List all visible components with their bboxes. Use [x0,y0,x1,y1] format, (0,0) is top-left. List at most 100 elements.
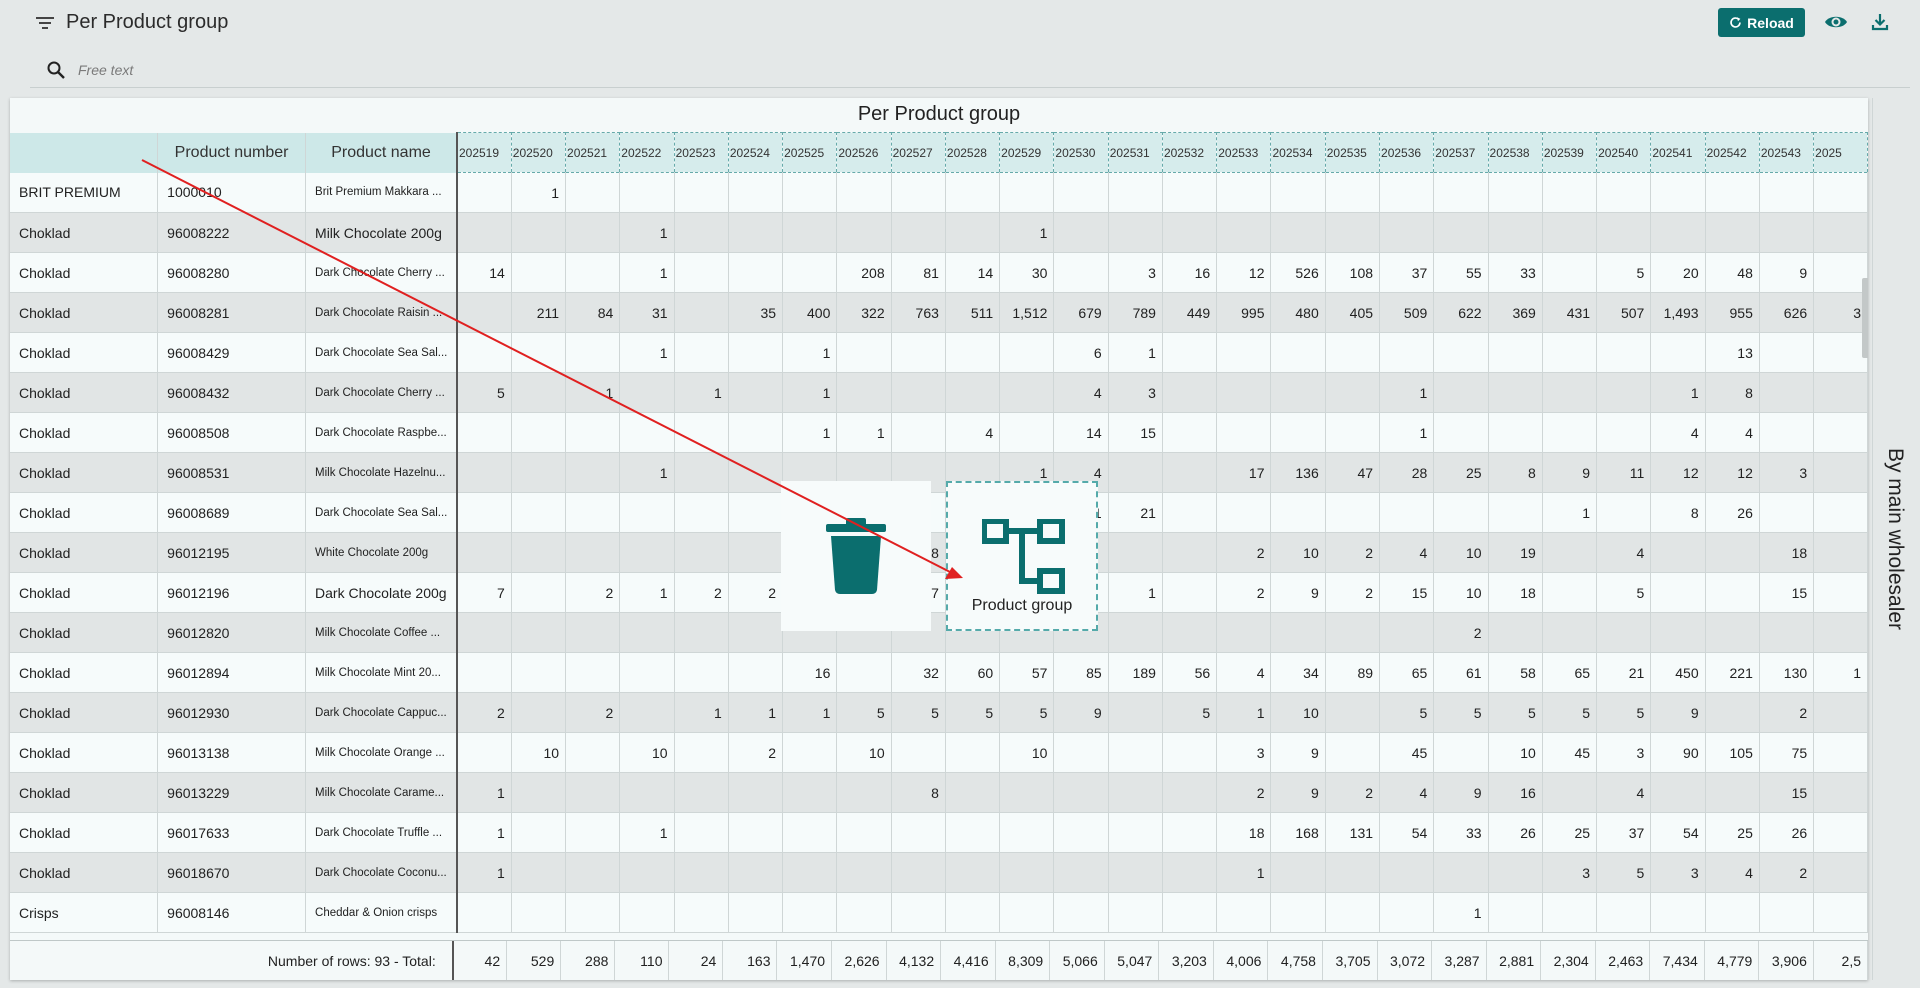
product-name-cell: Dark Chocolate Truffle ... [305,812,458,853]
period-header[interactable]: 202536 [1379,132,1435,173]
vertical-scrollbar[interactable] [1862,278,1868,358]
period-header[interactable]: 202522 [619,132,675,173]
search-input[interactable] [78,58,678,82]
table-row[interactable]: Choklad 96012195 White Chocolate 200g 8 2 10 2… [10,532,1868,573]
period-header[interactable]: 202540 [1596,132,1652,173]
period-header[interactable]: 202527 [890,132,946,173]
table-row[interactable]: Choklad 96008429 Dark Chocolate Sea Sal...… [10,332,1868,373]
value-cell [1650,212,1706,253]
period-header[interactable]: 2025 [1813,132,1868,173]
table-row[interactable]: Choklad 96008280 Dark Chocolate Cherry ...… [10,252,1868,293]
value-cell: 8 [1705,372,1760,413]
period-header[interactable]: 202542 [1704,132,1760,173]
period-header[interactable]: 202543 [1758,132,1815,173]
value-cell [836,812,892,853]
reload-button[interactable]: Reload [1718,8,1805,37]
value-cell [728,852,784,893]
value-cell [1813,572,1868,613]
period-header[interactable]: 202521 [565,132,621,173]
value-cell [1108,772,1163,813]
value-cell: 5 [1488,692,1543,733]
period-header[interactable]: 202539 [1541,132,1598,173]
product-number-cell: 96008432 [157,372,307,413]
value-cell: 6 [1053,332,1109,373]
table-row[interactable]: Choklad 96013138 Milk Chocolate Orange ...… [10,732,1868,773]
value-cell [1759,212,1815,253]
value-cell [674,532,729,573]
table-row[interactable]: Choklad 96012196 Dark Chocolate 200g 7 2 1 2 2 7… [10,572,1868,613]
eye-icon[interactable] [1824,12,1848,32]
value-cell [1162,772,1218,813]
period-header[interactable]: 202535 [1324,132,1381,173]
value-cell [1216,492,1272,533]
period-header[interactable]: 202533 [1216,132,1272,173]
value-cell: 18 [1216,812,1272,853]
period-header[interactable]: 202520 [510,132,567,173]
table-row[interactable]: Choklad 96008281 Dark Chocolate Raisin ...… [10,292,1868,333]
table-row[interactable]: Choklad 96012820 Milk Chocolate Coffee ...… [10,612,1868,653]
period-header[interactable]: 202532 [1161,132,1218,173]
period-header[interactable]: 202537 [1433,132,1489,173]
period-header[interactable]: 202529 [999,132,1055,173]
value-cell [565,172,621,213]
table-row[interactable]: BRIT PREMIUM 1000010 Brit Premium Makkara … [10,172,1868,213]
period-header[interactable]: 202541 [1650,132,1706,173]
table-row[interactable]: Choklad 96012894 Milk Chocolate Mint 20...… [10,652,1868,693]
value-cell: 1 [728,692,784,733]
table-row[interactable]: Choklad 96008689 Dark Chocolate Sea Sal...… [10,492,1868,533]
value-cell [511,572,567,613]
value-cell: 1 [1542,492,1598,533]
value-cell: 131 [1325,812,1381,853]
period-header[interactable]: 202534 [1270,132,1326,173]
value-cell: 5 [1596,252,1652,293]
value-cell: 4 [1596,532,1652,573]
value-cell: 4 [945,412,1001,453]
table-row[interactable]: Choklad 96013229 Milk Chocolate Carame... 1… [10,772,1868,813]
period-header[interactable]: 202525 [782,132,838,173]
table-row[interactable]: Choklad 96008432 Dark Chocolate Cherry ...… [10,372,1868,413]
download-icon[interactable] [1870,12,1890,32]
value-cell: 10 [836,732,892,773]
product-number-cell: 96008508 [157,412,307,453]
table-row[interactable]: Choklad 96008222 Milk Chocolate 200g 1 1 [10,212,1868,253]
value-cell [674,292,729,333]
period-header[interactable]: 202528 [944,132,1001,173]
value-cell: 1,493 [1650,292,1706,333]
product-group-cell: BRIT PREMIUM [10,172,159,213]
rows-count-label: Number of rows: 93 - Total: [10,941,454,980]
period-header[interactable]: 202531 [1107,132,1163,173]
period-header[interactable]: 202538 [1487,132,1543,173]
product-group-drop-zone[interactable]: Product group [946,481,1098,631]
value-cell: 90 [1650,732,1706,773]
value-cell: 10 [1488,732,1543,773]
value-cell [619,772,675,813]
by-main-wholesaler-tab[interactable]: By main wholesaler [1872,98,1916,980]
period-header[interactable]: 202524 [727,132,784,173]
table-row[interactable]: Choklad 96017633 Dark Chocolate Truffle ..… [10,812,1868,853]
value-cell [728,372,784,413]
table-row[interactable]: Choklad 96008508 Dark Chocolate Raspbe... 1… [10,412,1868,453]
product-number-header[interactable]: Product number [157,132,307,173]
table-row[interactable]: Choklad 96008531 Milk Chocolate Hazelnu...… [10,452,1868,493]
product-name-header[interactable]: Product name [305,132,458,173]
table-row[interactable]: Crisps 96008146 Cheddar & Onion crisps 1 [10,892,1868,933]
value-cell: 1 [619,812,675,853]
product-group-cell: Choklad [10,612,159,653]
value-cell [619,412,675,453]
period-header[interactable]: 202523 [673,132,729,173]
table-row[interactable]: Choklad 96018670 Dark Chocolate Coconu... 1… [10,852,1868,893]
value-cell [1759,372,1815,413]
table-row[interactable]: Choklad 96012930 Dark Chocolate Cappuc... 2… [10,692,1868,733]
group-header[interactable] [10,132,159,173]
period-header[interactable]: 202519 [456,132,512,173]
remove-drop-zone[interactable] [781,481,931,631]
value-cell: 1 [1108,572,1163,613]
page-title: Per Product group [66,11,229,33]
value-cell [619,652,675,693]
filter-icon[interactable] [34,14,56,32]
period-header[interactable]: 202526 [836,132,892,173]
value-cell [1325,212,1381,253]
value-cell: 45 [1379,732,1435,773]
value-cell [782,812,838,853]
period-header[interactable]: 202530 [1053,132,1109,173]
